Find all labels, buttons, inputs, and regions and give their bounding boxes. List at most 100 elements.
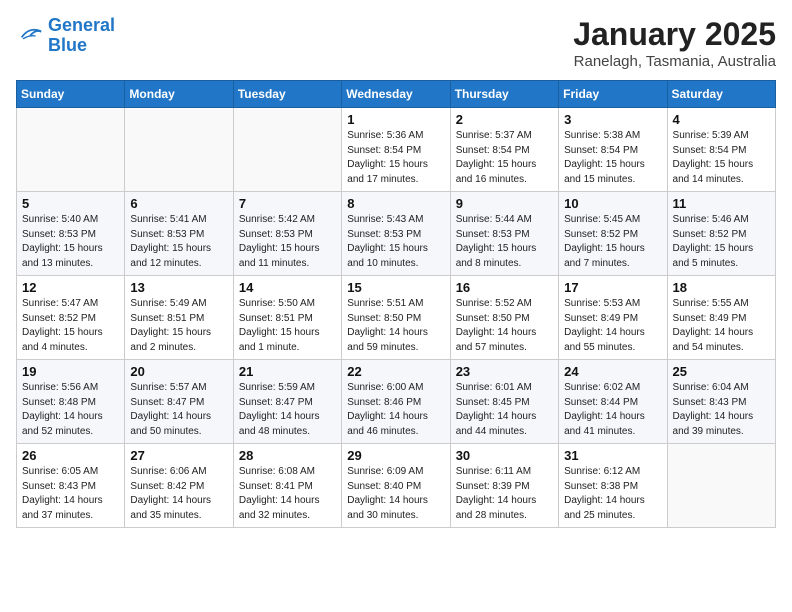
day-number: 21 bbox=[239, 364, 336, 379]
calendar-cell: 13 Sunrise: 5:49 AM Sunset: 8:51 PM Dayli… bbox=[125, 276, 233, 360]
weekday-header: Thursday bbox=[450, 81, 558, 108]
calendar-cell: 5 Sunrise: 5:40 AM Sunset: 8:53 PM Daylig… bbox=[17, 192, 125, 276]
calendar-cell: 8 Sunrise: 5:43 AM Sunset: 8:53 PM Daylig… bbox=[342, 192, 450, 276]
month-title: January 2025 bbox=[573, 16, 776, 53]
day-info: Sunrise: 5:49 AM Sunset: 8:51 PM Dayligh… bbox=[130, 297, 227, 355]
day-number: 13 bbox=[130, 280, 227, 295]
day-info: Sunrise: 5:56 AM Sunset: 8:48 PM Dayligh… bbox=[22, 381, 119, 439]
calendar-cell: 20 Sunrise: 5:57 AM Sunset: 8:47 PM Dayli… bbox=[125, 360, 233, 444]
calendar-cell: 27 Sunrise: 6:06 AM Sunset: 8:42 PM Dayli… bbox=[125, 444, 233, 528]
day-info: Sunrise: 6:05 AM Sunset: 8:43 PM Dayligh… bbox=[22, 465, 119, 523]
day-info: Sunrise: 5:36 AM Sunset: 8:54 PM Dayligh… bbox=[347, 129, 444, 187]
weekday-header: Friday bbox=[559, 81, 667, 108]
calendar-week-row: 1Sunrise: 5:36 AM Sunset: 8:54 PM Daylig… bbox=[17, 108, 776, 192]
day-number: 24 bbox=[564, 364, 661, 379]
day-number: 14 bbox=[239, 280, 336, 295]
location-title: Ranelagh, Tasmania, Australia bbox=[573, 53, 776, 70]
calendar-cell: 18Sunrise: 5:55 AM Sunset: 8:49 PM Dayli… bbox=[667, 276, 775, 360]
calendar-cell: 31 Sunrise: 6:12 AM Sunset: 8:38 PM Dayli… bbox=[559, 444, 667, 528]
day-number: 20 bbox=[130, 364, 227, 379]
day-info: Sunrise: 5:37 AM Sunset: 8:54 PM Dayligh… bbox=[456, 129, 553, 187]
calendar-cell: 30 Sunrise: 6:11 AM Sunset: 8:39 PM Dayli… bbox=[450, 444, 558, 528]
day-info: Sunrise: 5:46 AM Sunset: 8:52 PM Dayligh… bbox=[673, 213, 770, 271]
calendar-table: SundayMondayTuesdayWednesdayThursdayFrid… bbox=[16, 80, 776, 528]
page-header: General Blue January 2025 Ranelagh, Tasm… bbox=[16, 16, 776, 70]
calendar-cell: 7Sunrise: 5:42 AM Sunset: 8:53 PM Daylig… bbox=[233, 192, 341, 276]
day-info: Sunrise: 6:11 AM Sunset: 8:39 PM Dayligh… bbox=[456, 465, 553, 523]
day-number: 9 bbox=[456, 196, 553, 211]
calendar-cell: 21Sunrise: 5:59 AM Sunset: 8:47 PM Dayli… bbox=[233, 360, 341, 444]
logo-text: General Blue bbox=[48, 16, 115, 56]
logo: General Blue bbox=[16, 16, 115, 56]
day-info: Sunrise: 5:40 AM Sunset: 8:53 PM Dayligh… bbox=[22, 213, 119, 271]
day-info: Sunrise: 5:53 AM Sunset: 8:49 PM Dayligh… bbox=[564, 297, 661, 355]
calendar-cell: 4Sunrise: 5:39 AM Sunset: 8:54 PM Daylig… bbox=[667, 108, 775, 192]
day-number: 10 bbox=[564, 196, 661, 211]
day-info: Sunrise: 5:55 AM Sunset: 8:49 PM Dayligh… bbox=[673, 297, 770, 355]
day-number: 12 bbox=[22, 280, 119, 295]
weekday-header: Wednesday bbox=[342, 81, 450, 108]
day-info: Sunrise: 5:47 AM Sunset: 8:52 PM Dayligh… bbox=[22, 297, 119, 355]
logo-line2: Blue bbox=[48, 35, 87, 55]
day-number: 27 bbox=[130, 448, 227, 463]
calendar-cell: 16Sunrise: 5:52 AM Sunset: 8:50 PM Dayli… bbox=[450, 276, 558, 360]
day-number: 23 bbox=[456, 364, 553, 379]
day-info: Sunrise: 5:45 AM Sunset: 8:52 PM Dayligh… bbox=[564, 213, 661, 271]
calendar-cell: 23 Sunrise: 6:01 AM Sunset: 8:45 PM Dayli… bbox=[450, 360, 558, 444]
calendar-week-row: 12 Sunrise: 5:47 AM Sunset: 8:52 PM Dayli… bbox=[17, 276, 776, 360]
weekday-header: Tuesday bbox=[233, 81, 341, 108]
calendar-cell bbox=[667, 444, 775, 528]
calendar-week-row: 5 Sunrise: 5:40 AM Sunset: 8:53 PM Daylig… bbox=[17, 192, 776, 276]
calendar-cell: 22 Sunrise: 6:00 AM Sunset: 8:46 PM Dayli… bbox=[342, 360, 450, 444]
day-info: Sunrise: 5:43 AM Sunset: 8:53 PM Dayligh… bbox=[347, 213, 444, 271]
calendar-cell: 2 Sunrise: 5:37 AM Sunset: 8:54 PM Daylig… bbox=[450, 108, 558, 192]
day-number: 8 bbox=[347, 196, 444, 211]
calendar-cell: 1Sunrise: 5:36 AM Sunset: 8:54 PM Daylig… bbox=[342, 108, 450, 192]
day-number: 31 bbox=[564, 448, 661, 463]
day-number: 22 bbox=[347, 364, 444, 379]
calendar-cell: 17Sunrise: 5:53 AM Sunset: 8:49 PM Dayli… bbox=[559, 276, 667, 360]
calendar-cell: 24 Sunrise: 6:02 AM Sunset: 8:44 PM Dayli… bbox=[559, 360, 667, 444]
weekday-header: Saturday bbox=[667, 81, 775, 108]
calendar-cell bbox=[125, 108, 233, 192]
weekday-header: Monday bbox=[125, 81, 233, 108]
day-number: 29 bbox=[347, 448, 444, 463]
calendar-week-row: 26 Sunrise: 6:05 AM Sunset: 8:43 PM Dayli… bbox=[17, 444, 776, 528]
day-info: Sunrise: 6:00 AM Sunset: 8:46 PM Dayligh… bbox=[347, 381, 444, 439]
day-number: 6 bbox=[130, 196, 227, 211]
day-info: Sunrise: 5:51 AM Sunset: 8:50 PM Dayligh… bbox=[347, 297, 444, 355]
day-number: 16 bbox=[456, 280, 553, 295]
calendar-cell: 14Sunrise: 5:50 AM Sunset: 8:51 PM Dayli… bbox=[233, 276, 341, 360]
day-info: Sunrise: 6:01 AM Sunset: 8:45 PM Dayligh… bbox=[456, 381, 553, 439]
calendar-cell: 19Sunrise: 5:56 AM Sunset: 8:48 PM Dayli… bbox=[17, 360, 125, 444]
calendar-cell: 25 Sunrise: 6:04 AM Sunset: 8:43 PM Dayli… bbox=[667, 360, 775, 444]
day-info: Sunrise: 6:08 AM Sunset: 8:41 PM Dayligh… bbox=[239, 465, 336, 523]
day-number: 26 bbox=[22, 448, 119, 463]
calendar-cell: 10 Sunrise: 5:45 AM Sunset: 8:52 PM Dayli… bbox=[559, 192, 667, 276]
day-info: Sunrise: 5:44 AM Sunset: 8:53 PM Dayligh… bbox=[456, 213, 553, 271]
title-block: January 2025 Ranelagh, Tasmania, Austral… bbox=[573, 16, 776, 70]
calendar-cell: 9 Sunrise: 5:44 AM Sunset: 8:53 PM Daylig… bbox=[450, 192, 558, 276]
day-info: Sunrise: 6:04 AM Sunset: 8:43 PM Dayligh… bbox=[673, 381, 770, 439]
day-number: 30 bbox=[456, 448, 553, 463]
day-info: Sunrise: 6:12 AM Sunset: 8:38 PM Dayligh… bbox=[564, 465, 661, 523]
day-info: Sunrise: 6:06 AM Sunset: 8:42 PM Dayligh… bbox=[130, 465, 227, 523]
day-info: Sunrise: 6:02 AM Sunset: 8:44 PM Dayligh… bbox=[564, 381, 661, 439]
day-number: 25 bbox=[673, 364, 770, 379]
day-number: 2 bbox=[456, 112, 553, 127]
calendar-cell bbox=[17, 108, 125, 192]
calendar-week-row: 19Sunrise: 5:56 AM Sunset: 8:48 PM Dayli… bbox=[17, 360, 776, 444]
day-number: 5 bbox=[22, 196, 119, 211]
day-info: Sunrise: 6:09 AM Sunset: 8:40 PM Dayligh… bbox=[347, 465, 444, 523]
weekday-header: Sunday bbox=[17, 81, 125, 108]
day-info: Sunrise: 5:57 AM Sunset: 8:47 PM Dayligh… bbox=[130, 381, 227, 439]
calendar-cell: 15Sunrise: 5:51 AM Sunset: 8:50 PM Dayli… bbox=[342, 276, 450, 360]
day-info: Sunrise: 5:41 AM Sunset: 8:53 PM Dayligh… bbox=[130, 213, 227, 271]
calendar-cell: 28Sunrise: 6:08 AM Sunset: 8:41 PM Dayli… bbox=[233, 444, 341, 528]
day-number: 7 bbox=[239, 196, 336, 211]
calendar-cell: 26 Sunrise: 6:05 AM Sunset: 8:43 PM Dayli… bbox=[17, 444, 125, 528]
calendar-cell: 29 Sunrise: 6:09 AM Sunset: 8:40 PM Dayli… bbox=[342, 444, 450, 528]
calendar-cell: 12 Sunrise: 5:47 AM Sunset: 8:52 PM Dayli… bbox=[17, 276, 125, 360]
calendar-header-row: SundayMondayTuesdayWednesdayThursdayFrid… bbox=[17, 81, 776, 108]
day-number: 11 bbox=[673, 196, 770, 211]
